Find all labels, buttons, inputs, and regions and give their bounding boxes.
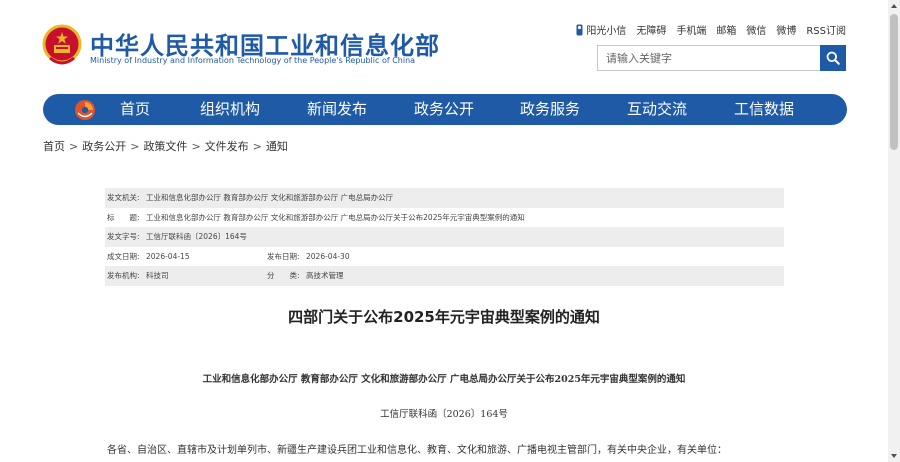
search-button[interactable] bbox=[820, 45, 846, 71]
toplink-weibo[interactable]: 微博 bbox=[776, 22, 796, 37]
nav-interaction[interactable]: 互动交流 bbox=[627, 94, 687, 125]
toplink-mobile[interactable]: 手机端 bbox=[676, 22, 706, 37]
nav-organization[interactable]: 组织机构 bbox=[200, 94, 260, 125]
nav-gov-services[interactable]: 政务服务 bbox=[520, 94, 580, 125]
nav-gov-affairs[interactable]: 政务公开 bbox=[414, 94, 474, 125]
article-subtitle: 工业和信息化部办公厅 教育部办公厅 文化和旅游部办公厅 广电总局办公厅关于公布2… bbox=[202, 374, 686, 385]
breadcrumb-separator: > bbox=[252, 140, 262, 153]
breadcrumb-separator: > bbox=[130, 140, 140, 153]
meta-row-org: 发布机构: 科技司 分 类: 高技术管理 bbox=[105, 266, 784, 286]
breadcrumb-doc-release[interactable]: 文件发布 bbox=[205, 140, 249, 153]
mobile-phone-icon bbox=[576, 24, 583, 36]
meta-title: 工业和信息化部办公厅 教育部办公厅 文化和旅游部办公厅 广电总局办公厅关于公布2… bbox=[146, 212, 525, 222]
scroll-down-button[interactable] bbox=[888, 450, 900, 462]
meta-label: 发布日期: bbox=[267, 251, 300, 261]
nav-home[interactable]: 首页 bbox=[120, 94, 150, 125]
page: 中华人民共和国工业和信息化部 Ministry of Industry and … bbox=[0, 0, 888, 462]
page-scrollbar[interactable] bbox=[888, 0, 900, 462]
search-box bbox=[597, 45, 846, 71]
national-emblem-icon[interactable] bbox=[42, 24, 82, 68]
toplink-rss[interactable]: RSS订阅 bbox=[806, 22, 846, 37]
meta-docno: 工信厅联科函〔2026〕164号 bbox=[146, 232, 247, 241]
scrollbar-thumb[interactable] bbox=[890, 14, 898, 150]
meta-row-issuer: 发文机关: 工业和信息化部办公厅 教育部办公厅 文化和旅游部办公厅 广电总局办公… bbox=[105, 188, 784, 208]
toplink-label: 阳光小信 bbox=[586, 26, 627, 37]
meta-category: 高技术管理 bbox=[306, 271, 344, 280]
nav-news[interactable]: 新闻发布 bbox=[307, 94, 367, 125]
meta-created-date: 2026-04-15 bbox=[146, 251, 190, 261]
top-links: 阳光小信 无障碍 手机端 邮箱 微信 微博 RSS订阅 bbox=[576, 22, 846, 37]
toplink-wechat[interactable]: 微信 bbox=[746, 22, 766, 37]
breadcrumb-home[interactable]: 首页 bbox=[43, 140, 65, 153]
meta-org: 科技司 bbox=[146, 271, 169, 280]
article-first-line: 各省、自治区、直辖市及计划单列市、新疆生产建设兵团工业和信息化、教育、文化和旅游… bbox=[107, 445, 727, 456]
article-title: 四部门关于公布2025年元宇宙典型案例的通知 bbox=[288, 308, 600, 326]
meta-label: 成文日期: bbox=[107, 251, 140, 261]
meta-label: 分 类: bbox=[267, 271, 300, 280]
document-meta-table: 发文机关: 工业和信息化部办公厅 教育部办公厅 文化和旅游部办公厅 广电总局办公… bbox=[105, 188, 784, 286]
breadcrumb-gov-affairs[interactable]: 政务公开 bbox=[82, 140, 126, 153]
meta-row-title: 标 题: 工业和信息化部办公厅 教育部办公厅 文化和旅游部办公厅 广电总局办公厅… bbox=[105, 208, 784, 228]
search-icon bbox=[826, 51, 840, 65]
breadcrumb-separator: > bbox=[69, 140, 79, 153]
article-docno: 工信厅联科函〔2026〕164号 bbox=[380, 409, 508, 420]
meta-label: 发布机构: bbox=[107, 271, 140, 280]
toplink-mail[interactable]: 邮箱 bbox=[716, 22, 736, 37]
nav-data[interactable]: 工信数据 bbox=[734, 94, 794, 125]
breadcrumb: 首页 > 政务公开 > 政策文件 > 文件发布 > 通知 bbox=[43, 138, 288, 154]
breadcrumb-separator: > bbox=[191, 140, 201, 153]
meta-published-date: 2026-04-30 bbox=[306, 251, 350, 261]
site-title-en: Ministry of Industry and Information Tec… bbox=[90, 56, 416, 65]
meta-row-dates: 成文日期: 2026-04-15 发布日期: 2026-04-30 bbox=[105, 247, 784, 267]
toplink-sunshine[interactable]: 阳光小信 bbox=[576, 22, 626, 37]
meta-row-docno: 发文字号: 工信厅联科函〔2026〕164号 bbox=[105, 227, 784, 247]
toplink-accessibility[interactable]: 无障碍 bbox=[636, 22, 666, 37]
meta-label: 标 题: bbox=[107, 212, 140, 222]
meta-label: 发文字号: bbox=[107, 232, 140, 241]
miit-logo-icon[interactable] bbox=[73, 98, 97, 122]
arrow-up-icon bbox=[891, 4, 897, 8]
main-nav: 首页 组织机构 新闻发布 政务公开 政务服务 互动交流 工信数据 bbox=[43, 94, 847, 125]
arrow-down-icon bbox=[891, 454, 897, 458]
search-input[interactable] bbox=[598, 46, 821, 70]
scroll-up-button[interactable] bbox=[888, 0, 900, 12]
breadcrumb-policy[interactable]: 政策文件 bbox=[143, 140, 187, 153]
meta-issuer: 工业和信息化部办公厅 教育部办公厅 文化和旅游部办公厅 广电总局办公厅 bbox=[146, 193, 394, 202]
breadcrumb-notice[interactable]: 通知 bbox=[266, 140, 288, 153]
meta-label: 发文机关: bbox=[107, 193, 140, 202]
